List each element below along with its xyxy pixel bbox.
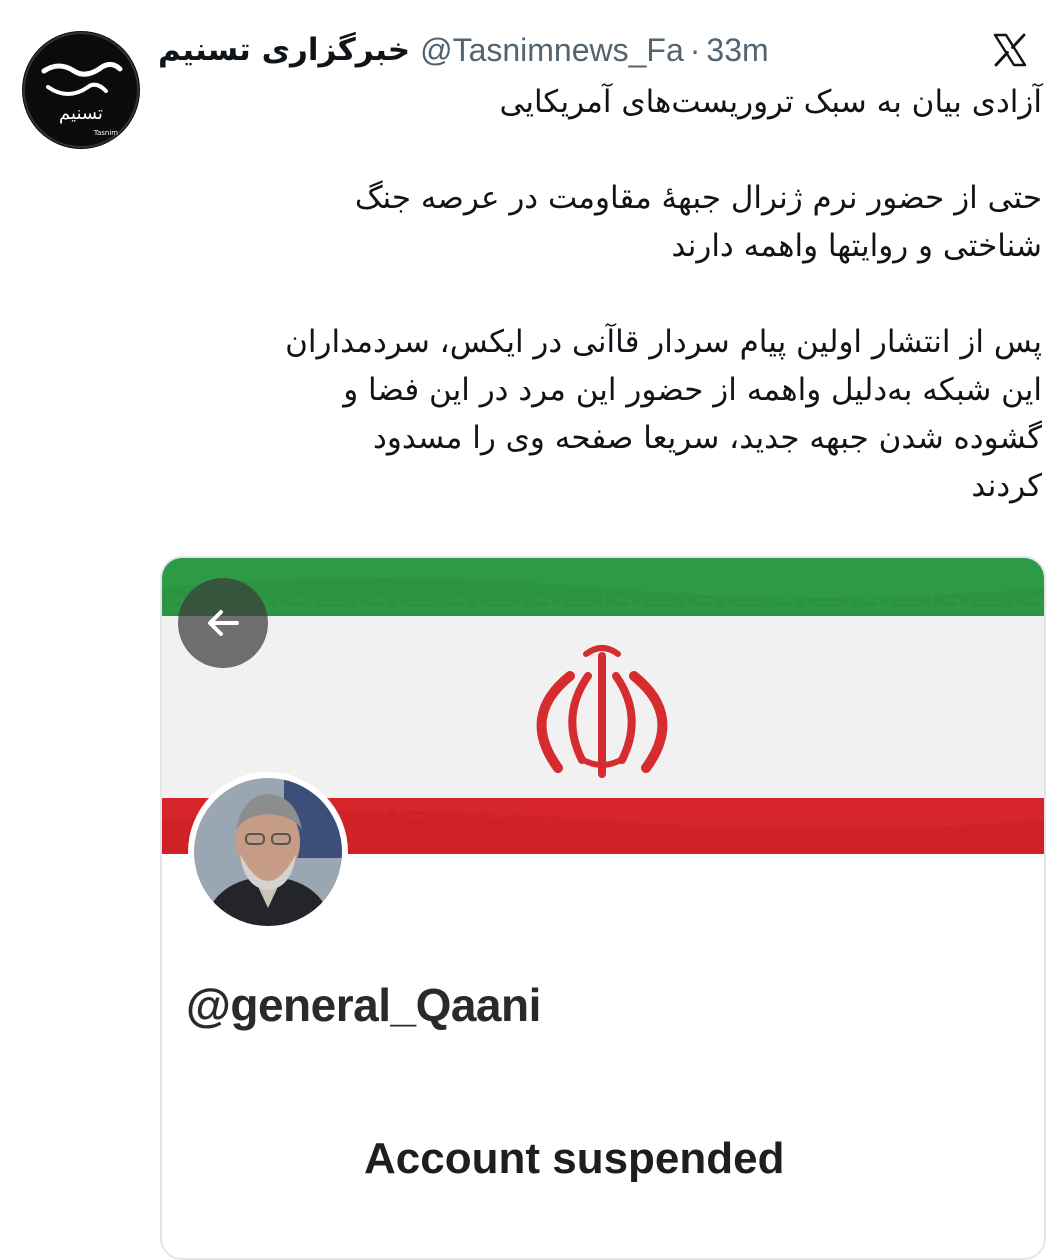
tasnim-avatar[interactable]: تسنیم Tasnim xyxy=(22,31,140,149)
user-handle[interactable]: @Tasnimnews_Fa xyxy=(420,32,684,69)
embedded-screenshot[interactable]: @general_Qaani Account suspended xyxy=(160,556,1046,1260)
profile-avatar[interactable] xyxy=(188,772,348,932)
tweet-line: شناختی و روایتها واهمه دارند xyxy=(671,228,1042,264)
tweet-text: آزادی بیان به سبک تروریست‌های آمریکایی ح… xyxy=(182,78,1042,510)
timestamp[interactable]: 33m xyxy=(706,32,768,69)
tweet-line: پس از انتشار اولین پیام سردار قاآنی در ا… xyxy=(285,324,1042,360)
back-button[interactable] xyxy=(178,578,268,668)
header-separator: · xyxy=(689,31,701,68)
logo-text: تسنیم xyxy=(59,103,103,124)
suspended-profile-handle: @general_Qaani xyxy=(186,979,541,1031)
tasnim-logo-icon: تسنیم Tasnim xyxy=(23,32,139,148)
tweet-line: کردند xyxy=(971,468,1042,504)
person-photo xyxy=(194,778,342,926)
account-status: Account suspended xyxy=(364,1134,785,1183)
x-logo-icon[interactable] xyxy=(992,32,1028,68)
tweet-line: آزادی بیان به سبک تروریست‌های آمریکایی xyxy=(499,84,1043,120)
arrow-left-icon xyxy=(208,610,239,636)
tweet-line: گشوده شدن جبهه جدید، سریعا صفحه وی را مس… xyxy=(373,420,1042,456)
tweet-line: این شبکه به‌دلیل واهمه از حضور این مرد د… xyxy=(343,372,1042,408)
tweet-line: حتی از حضور نرم ژنرال جبههٔ مقاومت در عر… xyxy=(354,180,1042,216)
display-name[interactable]: خبرگزاری تسنیم xyxy=(158,32,410,68)
logo-en: Tasnim xyxy=(93,129,118,137)
tweet-header: خبرگزاری تسنیم @Tasnimnews_Fa · 33m xyxy=(158,28,769,72)
